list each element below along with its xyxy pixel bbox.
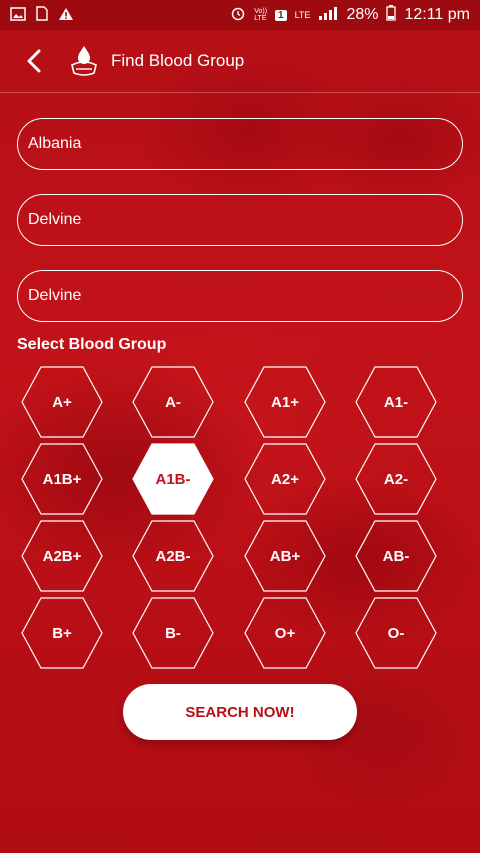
blood-drop-logo-icon <box>71 46 97 76</box>
sim-icon <box>36 6 48 24</box>
signal-icon <box>318 6 338 25</box>
volte-indicator: Vo)) LTE <box>254 8 268 22</box>
blood-group-option[interactable]: AB+ <box>244 520 326 592</box>
back-arrow-icon <box>27 49 41 73</box>
blood-group-label: AB- <box>382 547 410 565</box>
blood-group-label: A1+ <box>271 393 299 411</box>
blood-group-label: Select Blood Group <box>17 336 167 353</box>
blood-group-option[interactable]: A1- <box>355 366 437 438</box>
blood-group-label: B- <box>165 624 181 642</box>
blood-group-label: A2B- <box>155 547 191 565</box>
blood-group-option[interactable]: A2- <box>355 443 437 515</box>
blood-group-label: B+ <box>52 624 72 642</box>
blood-group-option[interactable]: A1B- <box>132 443 214 515</box>
blood-group-label: A2+ <box>271 470 299 488</box>
blood-group-option[interactable]: A2+ <box>244 443 326 515</box>
blood-group-option[interactable]: O- <box>355 597 437 669</box>
blood-group-label: A1- <box>383 393 409 411</box>
blood-group-option[interactable]: A1+ <box>244 366 326 438</box>
blood-group-option[interactable]: B- <box>132 597 214 669</box>
search-button[interactable]: SEARCH NOW! <box>123 684 357 740</box>
blood-group-label: O- <box>387 624 405 642</box>
state-field[interactable]: Delvine <box>17 194 463 246</box>
blood-group-label: O+ <box>274 624 296 642</box>
app-bar: Find Blood Group <box>0 30 480 93</box>
network-type: LTE <box>294 10 311 20</box>
blood-group-option[interactable]: AB- <box>355 520 437 592</box>
blood-group-option[interactable]: A- <box>132 366 214 438</box>
blood-group-label: A1B+ <box>42 470 82 488</box>
warning-icon <box>58 7 74 24</box>
blood-group-option[interactable]: B+ <box>21 597 103 669</box>
alarm-icon <box>230 5 246 26</box>
blood-group-label: A2- <box>383 470 409 488</box>
blood-group-option[interactable]: A2B- <box>132 520 214 592</box>
page-title: Find Blood Group <box>111 51 245 70</box>
country-field[interactable]: Albania <box>17 118 463 170</box>
clock: 12:11 pm <box>404 6 470 23</box>
blood-group-option[interactable]: A+ <box>21 366 103 438</box>
battery-icon <box>386 4 397 26</box>
blood-group-label: A+ <box>52 393 72 411</box>
back-button[interactable] <box>14 41 54 81</box>
blood-group-label: AB+ <box>269 547 301 565</box>
blood-group-label: A- <box>165 393 181 411</box>
image-icon <box>10 6 26 24</box>
blood-group-label: A2B+ <box>42 547 82 565</box>
status-bar: Vo)) LTE 1 LTE 28% 12:11 pm <box>0 0 480 30</box>
blood-group-option[interactable]: A2B+ <box>21 520 103 592</box>
battery-percent: 28% <box>346 6 379 23</box>
blood-group-option[interactable]: O+ <box>244 597 326 669</box>
sim-slot-badge: 1 <box>275 9 287 21</box>
blood-group-option[interactable]: A1B+ <box>21 443 103 515</box>
city-field[interactable]: Delvine <box>17 270 463 322</box>
blood-group-label: A1B- <box>155 470 191 488</box>
